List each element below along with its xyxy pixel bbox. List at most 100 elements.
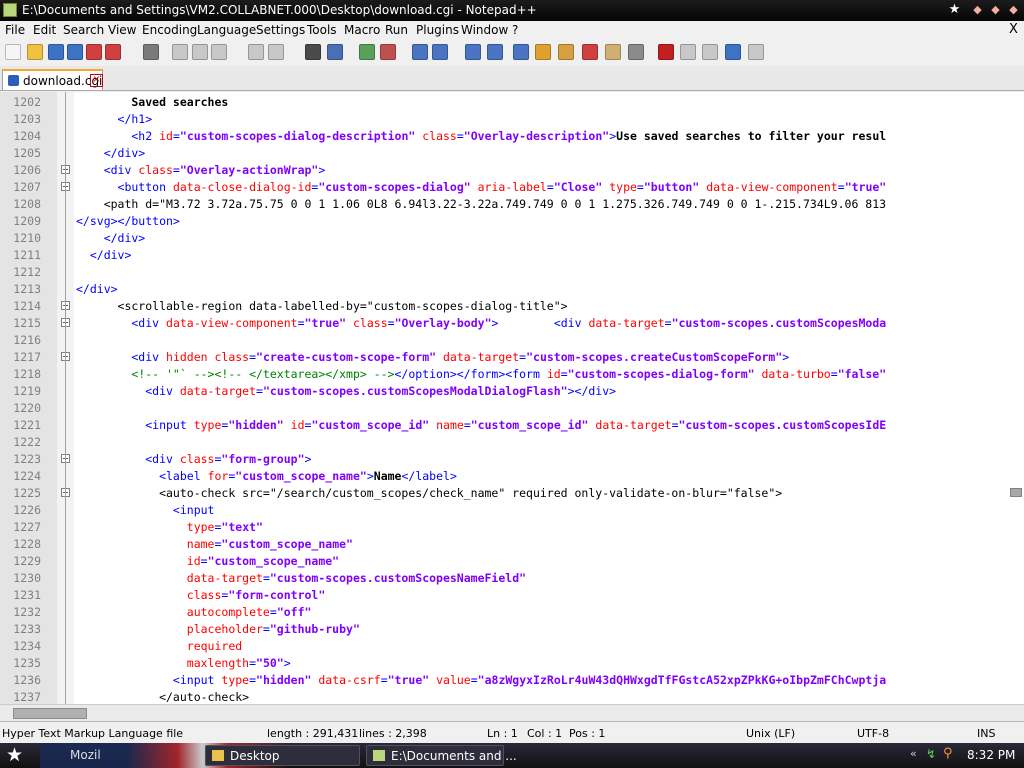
- pin-icon[interactable]: ★: [946, 2, 963, 18]
- function-list-icon[interactable]: [582, 44, 598, 60]
- user-lang-icon[interactable]: [535, 44, 551, 60]
- tab-download-cgi[interactable]: download.cgi ×: [2, 69, 103, 90]
- code-line[interactable]: 1211 </div>: [0, 247, 1024, 264]
- stop-record-icon[interactable]: [680, 44, 696, 60]
- code-line[interactable]: 1232 autocomplete="off": [0, 604, 1024, 621]
- code-line[interactable]: 1218 <!-- '"` --><!-- </textarea></xmp> …: [0, 366, 1024, 383]
- menu-language[interactable]: Language: [197, 23, 256, 37]
- code-line[interactable]: 1228 name="custom_scope_name": [0, 536, 1024, 553]
- code-line[interactable]: 1226 <input: [0, 502, 1024, 519]
- code-line[interactable]: 1210 </div>: [0, 230, 1024, 247]
- menu-file[interactable]: File: [5, 23, 25, 37]
- save-all-icon[interactable]: [67, 44, 83, 60]
- code-line[interactable]: 1230 data-target="custom-scopes.customSc…: [0, 570, 1024, 587]
- print-icon[interactable]: [143, 44, 159, 60]
- menu-window[interactable]: Window: [461, 23, 508, 37]
- code-line[interactable]: 1229 id="custom_scope_name": [0, 553, 1024, 570]
- close-all-icon[interactable]: [105, 44, 121, 60]
- code-line[interactable]: 1231 class="form-control": [0, 587, 1024, 604]
- indent-guide-icon[interactable]: [513, 44, 529, 60]
- menu-search[interactable]: Search: [63, 23, 104, 37]
- code-line[interactable]: 1203 </h1>: [0, 111, 1024, 128]
- menu-settings[interactable]: Settings: [256, 23, 305, 37]
- menu-view[interactable]: View: [108, 23, 136, 37]
- replace-icon[interactable]: [327, 44, 343, 60]
- code-line[interactable]: 1237 </auto-check>: [0, 689, 1024, 704]
- cut-icon[interactable]: [172, 44, 188, 60]
- network-icon[interactable]: ↯: [926, 747, 936, 761]
- code-line[interactable]: 1234 required: [0, 638, 1024, 655]
- sync-v-icon[interactable]: [412, 44, 428, 60]
- code-line[interactable]: 1205 </div>: [0, 145, 1024, 162]
- open-file-icon[interactable]: [27, 44, 43, 60]
- code-line[interactable]: 1222: [0, 434, 1024, 451]
- code-line[interactable]: 1206 <div class="Overlay-actionWrap">: [0, 162, 1024, 179]
- quicklaunch-label[interactable]: Mozil: [70, 748, 101, 762]
- menu-tools[interactable]: Tools: [307, 23, 337, 37]
- code-line[interactable]: 1233 placeholder="github-ruby": [0, 621, 1024, 638]
- code-line[interactable]: 1202 Saved searches: [0, 94, 1024, 111]
- copy-icon[interactable]: [192, 44, 208, 60]
- code-line[interactable]: 1215 <div data-view-component="true" cla…: [0, 315, 1024, 332]
- word-wrap-icon[interactable]: [465, 44, 481, 60]
- code-line[interactable]: 1224 <label for="custom_scope_name">Name…: [0, 468, 1024, 485]
- code-line[interactable]: 1223 <div class="form-group">: [0, 451, 1024, 468]
- code-line[interactable]: 1214 <scrollable-region data-labelled-by…: [0, 298, 1024, 315]
- code-line[interactable]: 1216: [0, 332, 1024, 349]
- menu-macro[interactable]: Macro: [344, 23, 380, 37]
- menu-help[interactable]: ?: [512, 23, 518, 37]
- sync-h-icon[interactable]: [432, 44, 448, 60]
- record-macro-icon[interactable]: [658, 44, 674, 60]
- code-line[interactable]: 1225 <auto-check src="/search/custom_sco…: [0, 485, 1024, 502]
- maximize-button[interactable]: ◆: [987, 2, 1004, 18]
- code-line[interactable]: 1204 <h2 id="custom-scopes-dialog-descri…: [0, 128, 1024, 145]
- monitor-icon[interactable]: [628, 44, 644, 60]
- start-button[interactable]: ★: [6, 744, 23, 766]
- code-token: hidden class: [166, 350, 250, 364]
- code-line[interactable]: 1213 </div>: [0, 281, 1024, 298]
- editor[interactable]: 1202 Saved searches 1203 </h1> 1204 <h2 id…: [0, 92, 1024, 704]
- code-line[interactable]: 1207 <button data-close-dialog-id = "custo…: [0, 179, 1024, 196]
- redo-icon[interactable]: [268, 44, 284, 60]
- play-macro-icon[interactable]: [702, 44, 718, 60]
- menu-encoding[interactable]: Encoding: [142, 23, 197, 37]
- close-window-button[interactable]: ◆: [1005, 2, 1022, 18]
- menu-edit[interactable]: Edit: [33, 23, 56, 37]
- save-icon[interactable]: [48, 44, 64, 60]
- horizontal-scroll-thumb[interactable]: [13, 708, 87, 719]
- zoom-out-icon[interactable]: [380, 44, 396, 60]
- code-line[interactable]: 1227 type="text": [0, 519, 1024, 536]
- code-line[interactable]: 1236 <input type="hidden" data-csrf="tru…: [0, 672, 1024, 689]
- undo-icon[interactable]: [248, 44, 264, 60]
- tray-arrows-icon[interactable]: «: [910, 747, 917, 760]
- code-line[interactable]: 1208 <path d="M3.72 3.72a.75.75 0 0 1 1.…: [0, 196, 1024, 213]
- save-macro-icon[interactable]: [748, 44, 764, 60]
- menu-run[interactable]: Run: [385, 23, 408, 37]
- code-line[interactable]: 1221 <input type="hidden" id="custom_sco…: [0, 417, 1024, 434]
- horizontal-scrollbar[interactable]: [0, 704, 1024, 721]
- close-tab-icon[interactable]: ×: [90, 74, 103, 87]
- code-line[interactable]: 1212: [0, 264, 1024, 281]
- code-line[interactable]: 1209 </svg></button>: [0, 213, 1024, 230]
- close-icon[interactable]: [86, 44, 102, 60]
- run-macro-multiple-icon[interactable]: [725, 44, 741, 60]
- find-icon[interactable]: [305, 44, 321, 60]
- minimize-button[interactable]: ◆: [969, 2, 986, 18]
- code-line[interactable]: 1235 maxlength="50">: [0, 655, 1024, 672]
- new-file-icon[interactable]: [5, 44, 21, 60]
- title-bar[interactable]: E:\Documents and Settings\VM2.COLLABNET.…: [0, 0, 1024, 21]
- show-all-chars-icon[interactable]: [487, 44, 503, 60]
- doc-map-icon[interactable]: [558, 44, 574, 60]
- task-notepadpp[interactable]: E:\Documents and ...: [366, 745, 517, 766]
- code-line[interactable]: 1219 <div data-target="custom-scopes.cus…: [0, 383, 1024, 400]
- zoom-in-icon[interactable]: [359, 44, 375, 60]
- task-desktop[interactable]: Desktop: [205, 745, 360, 766]
- menu-plugins[interactable]: Plugins: [416, 23, 459, 37]
- code-token: <scrollable-region data-labelled-by="cus…: [76, 299, 568, 313]
- code-line[interactable]: 1217 <div hidden class="create-custom-sc…: [0, 349, 1024, 366]
- paste-icon[interactable]: [211, 44, 227, 60]
- search-icon[interactable]: ⚲: [943, 746, 953, 761]
- code-line[interactable]: 1220: [0, 400, 1024, 417]
- close-document-button[interactable]: X: [1009, 22, 1018, 37]
- folder-workspace-icon[interactable]: [605, 44, 621, 60]
